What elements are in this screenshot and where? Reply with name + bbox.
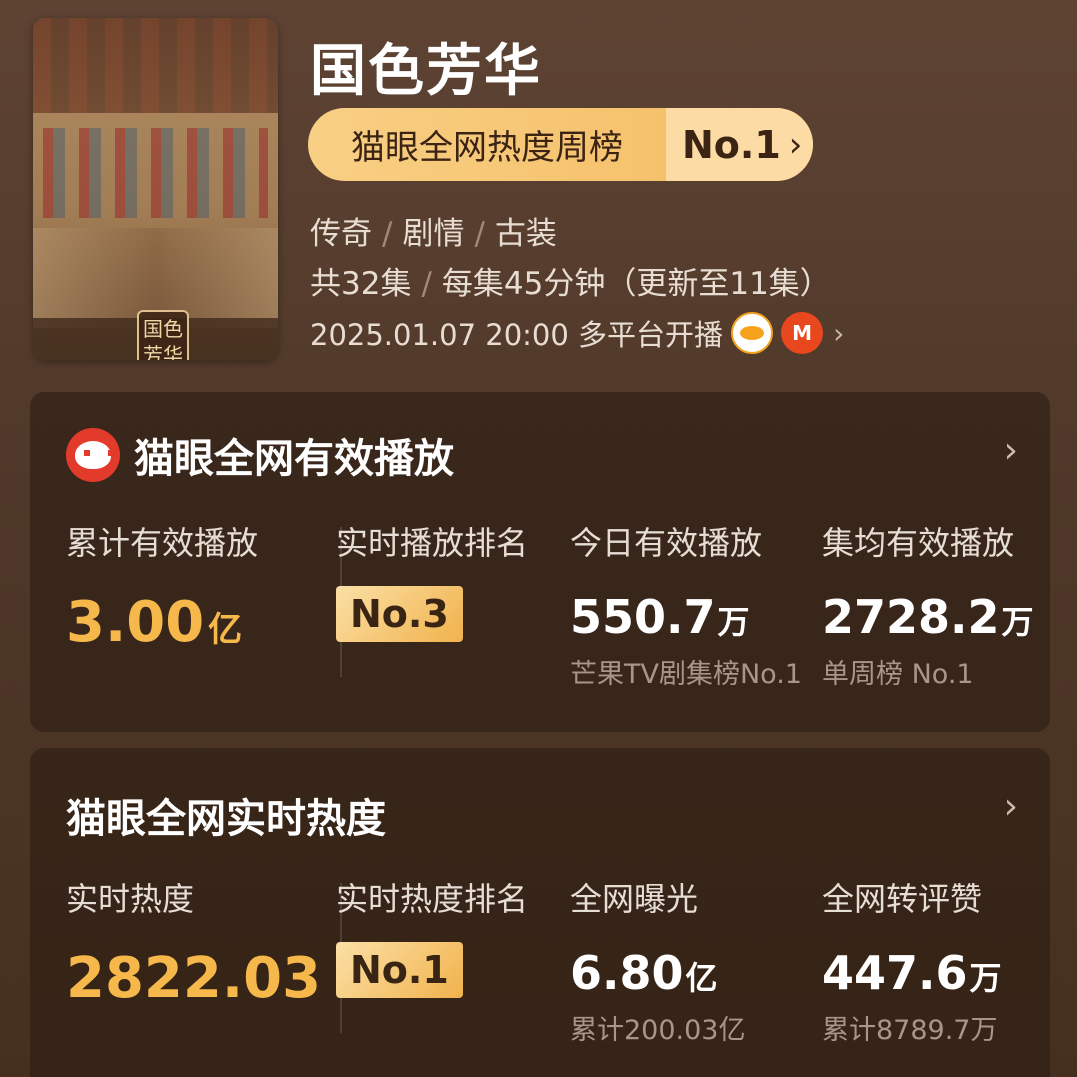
release-info[interactable]: 2025.01.07 20:00 多平台开播 M ›	[310, 312, 844, 354]
rank-badge: No.3	[336, 586, 463, 642]
poster-title-seal: 国色 芳华	[137, 310, 189, 360]
chevron-right-icon[interactable]: ›	[1004, 430, 1018, 471]
maoyan-cat-icon	[66, 428, 120, 482]
weekly-rank-pill[interactable]: 猫眼全网热度周榜 No.1 ›	[308, 108, 813, 181]
release-text: 2025.01.07 20:00 多平台开播	[310, 318, 724, 352]
mgtv-icon: M	[781, 312, 824, 354]
card-header: 猫眼全网有效播放	[66, 426, 454, 484]
episode-duration: 每集45分钟（更新至11集）	[441, 266, 831, 302]
rank-badge: No.1	[336, 942, 463, 998]
stat-value: 2822.03	[66, 946, 322, 1011]
stat-label: 实时播放排名	[336, 524, 529, 562]
stat-label: 全网曝光	[570, 880, 699, 918]
chevron-right-icon: ›	[788, 124, 803, 165]
chevron-right-icon: ›	[833, 316, 845, 350]
stat-label: 实时热度	[66, 880, 195, 918]
rank-pill-label: 猫眼全网热度周榜	[351, 128, 623, 168]
stat-value: 447.6万	[822, 946, 1002, 1000]
genre-tag: 剧情	[402, 216, 465, 252]
today-play-stat: 今日有效播放 550.7万 芒果TV剧集榜No.1	[570, 518, 802, 691]
drama-title: 国色芳华	[310, 39, 542, 104]
stat-value: 3.00 亿	[66, 590, 243, 655]
stat-subtext: 累计200.03亿	[570, 1015, 746, 1046]
stat-value: 2728.2万	[822, 590, 1034, 644]
stat-subtext: 累计8789.7万	[822, 1015, 998, 1046]
stat-subtext: 单周榜 No.1	[822, 659, 974, 690]
engagement-stat: 全网转评赞 447.6万 累计8789.7万	[822, 874, 1002, 1047]
card-title: 猫眼全网有效播放	[134, 436, 454, 482]
stat-value: 550.7万	[570, 590, 750, 644]
rank-pill-value: No.1 ›	[666, 108, 813, 181]
chevron-right-icon[interactable]: ›	[1004, 786, 1018, 827]
exposure-stat: 全网曝光 6.80亿 累计200.03亿	[570, 874, 745, 1047]
heat-rank-stat: 实时热度排名 No.1	[336, 874, 528, 998]
episode-count: 共32集	[310, 266, 412, 302]
genre-tag: 传奇	[310, 216, 372, 252]
poster-figures	[43, 128, 268, 218]
stat-subtext: 芒果TV剧集榜No.1	[570, 659, 802, 690]
stat-label: 今日有效播放	[570, 524, 763, 562]
genre-tag: 古装	[494, 216, 557, 252]
realtime-heat-card[interactable]: 猫眼全网实时热度 › 实时热度 2822.03 实时热度排名 No.1 全网曝光…	[30, 748, 1050, 1077]
stat-value: 6.80亿	[570, 946, 718, 1000]
heat-stat: 实时热度 2822.03	[66, 874, 321, 1011]
drama-poster[interactable]: 国色 芳华	[33, 18, 278, 360]
card-title: 猫眼全网实时热度	[66, 796, 386, 842]
hunan-tv-icon	[731, 312, 774, 354]
total-play-stat: 累计有效播放 3.00 亿	[66, 518, 258, 655]
genre-tags: 传奇 / 剧情 / 古装	[310, 216, 557, 252]
rank-pill-rank: No.1	[682, 122, 781, 167]
episode-info: 共32集 / 每集45分钟（更新至11集）	[310, 266, 831, 302]
stat-label: 全网转评赞	[822, 880, 983, 918]
card-header: 猫眼全网实时热度	[66, 786, 386, 844]
avg-play-stat: 集均有效播放 2728.2万 单周榜 No.1	[822, 518, 1034, 691]
stat-label: 实时热度排名	[336, 880, 529, 918]
poster-art-top	[33, 18, 278, 113]
stat-label: 集均有效播放	[822, 524, 1015, 562]
effective-play-card[interactable]: 猫眼全网有效播放 › 累计有效播放 3.00 亿 实时播放排名 No.3 今日有效…	[30, 392, 1050, 732]
play-rank-stat: 实时播放排名 No.3	[336, 518, 528, 642]
stat-label: 累计有效播放	[66, 524, 259, 562]
